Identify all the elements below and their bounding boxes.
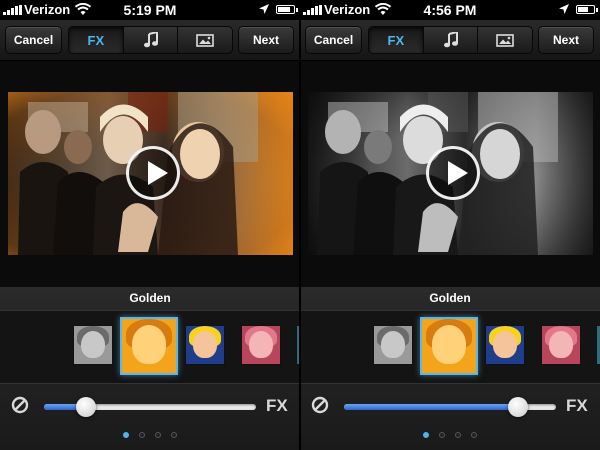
tab-fx[interactable]: FX (369, 27, 423, 53)
filter-thumb-golden[interactable] (420, 317, 478, 375)
filter-thumb-golden[interactable] (120, 317, 178, 375)
status-bar: Verizon 5:19 PM (0, 0, 300, 20)
filter-thumb-pop[interactable] (185, 325, 225, 365)
cancel-button[interactable]: Cancel (305, 26, 362, 54)
photo-icon (196, 33, 214, 47)
page-dot (455, 432, 461, 438)
top-toolbar: Cancel FX Next (0, 20, 300, 61)
next-button[interactable]: Next (538, 26, 594, 54)
filter-thumb-grayscale[interactable] (373, 325, 413, 365)
tab-music[interactable] (422, 27, 478, 53)
slider-fill (344, 404, 518, 410)
intensity-slider-row: FX (300, 388, 600, 424)
page-dot (123, 432, 129, 438)
tab-fx[interactable]: FX (69, 27, 123, 53)
app-root: Verizon 5:19 PM Cancel FX Next Golden FX… (0, 0, 600, 450)
battery-icon (576, 5, 598, 14)
filter-thumbnail-strip[interactable] (0, 310, 300, 384)
page-dot (155, 432, 161, 438)
filter-name-label: Golden (429, 291, 471, 305)
tab-photo[interactable] (477, 27, 532, 53)
play-button[interactable] (126, 146, 180, 200)
page-dot (139, 432, 145, 438)
top-toolbar: Cancel FX Next (300, 20, 600, 61)
page-dot (471, 432, 477, 438)
intensity-slider-row: FX (0, 388, 300, 424)
fx-tab-label: FX (387, 32, 405, 48)
screen-divider (299, 0, 301, 450)
page-indicator (0, 432, 300, 438)
intensity-slider[interactable] (44, 397, 256, 417)
filter-thumb-rose[interactable] (541, 325, 581, 365)
tab-music[interactable] (122, 27, 178, 53)
fx-max-label: FX (266, 396, 288, 415)
battery-icon (276, 5, 298, 14)
cancel-button[interactable]: Cancel (5, 26, 62, 54)
intensity-slider[interactable] (344, 397, 556, 417)
slider-knob[interactable] (507, 397, 528, 417)
location-arrow-icon (259, 4, 269, 14)
fx-max-label: FX (566, 396, 588, 415)
filter-thumb-grayscale[interactable] (73, 325, 113, 365)
filter-thumbnail-strip[interactable] (300, 310, 600, 384)
phone-screen-right: Verizon 4:56 PM Cancel FX Next Golden FX (300, 0, 600, 450)
page-indicator (300, 432, 600, 438)
page-dot (171, 432, 177, 438)
status-bar: Verizon 4:56 PM (300, 0, 600, 20)
fx-tab-label: FX (87, 32, 105, 48)
mode-segmented-control: FX (368, 26, 533, 54)
play-button[interactable] (426, 146, 480, 200)
phone-screen-left: Verizon 5:19 PM Cancel FX Next Golden FX (0, 0, 300, 450)
filter-thumb-pop[interactable] (485, 325, 525, 365)
no-filter-icon[interactable] (11, 396, 29, 414)
video-preview[interactable] (308, 92, 593, 255)
music-note-icon (143, 32, 158, 48)
next-button[interactable]: Next (238, 26, 294, 54)
page-dot (423, 432, 429, 438)
clock: 5:19 PM (123, 2, 177, 18)
mode-segmented-control: FX (68, 26, 233, 54)
location-arrow-icon (559, 4, 569, 14)
slider-knob[interactable] (76, 397, 97, 417)
tab-photo[interactable] (177, 27, 232, 53)
music-note-icon (443, 32, 458, 48)
filter-thumb-rose[interactable] (241, 325, 281, 365)
clock: 4:56 PM (423, 2, 477, 18)
video-preview[interactable] (8, 92, 293, 255)
filter-thumb-next[interactable] (596, 325, 600, 365)
photo-icon (496, 33, 514, 47)
filter-name-label: Golden (129, 291, 171, 305)
page-dot (439, 432, 445, 438)
no-filter-icon[interactable] (311, 396, 329, 414)
